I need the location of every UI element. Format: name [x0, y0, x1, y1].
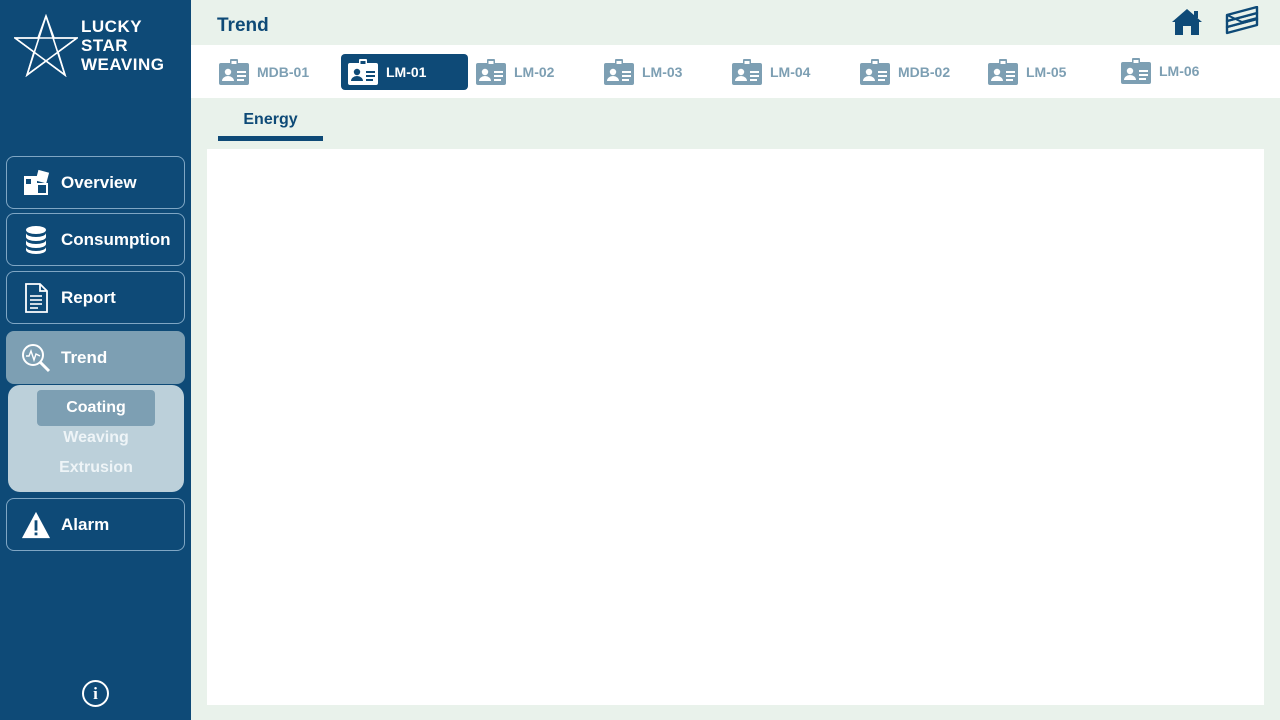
home-icon[interactable] [1170, 7, 1204, 37]
submenu-extrusion[interactable]: Extrusion [8, 459, 184, 477]
id-card-icon [604, 59, 634, 85]
nav-report-label: Report [61, 287, 116, 307]
star-logo-icon [14, 14, 78, 78]
tab-lm-02[interactable]: LM-02 [448, 54, 576, 90]
device-tab-bar: MDB-01 LM-01 LM-02 LM-03 LM-04 MDB-02 LM… [191, 45, 1280, 98]
brand-logo[interactable]: LUCKY STAR WEAVING [14, 14, 184, 80]
trend-submenu: Coating Weaving Extrusion [8, 385, 184, 492]
nav-alarm-button[interactable]: Alarm [6, 498, 185, 551]
id-card-icon [348, 59, 378, 85]
nav-overview-label: Overview [61, 172, 137, 192]
tab-label: LM-01 [386, 64, 427, 80]
document-icon [21, 282, 51, 313]
submenu-weaving[interactable]: Weaving [8, 429, 184, 447]
puzzle-icon [21, 168, 51, 198]
page-title: Trend [217, 15, 269, 36]
id-card-icon [732, 59, 762, 85]
tab-label: LM-06 [1159, 63, 1200, 79]
id-card-icon [1121, 58, 1151, 84]
nav-alarm-label: Alarm [61, 514, 110, 534]
brand-line-1: LUCKY [81, 17, 143, 36]
id-card-icon [860, 59, 890, 85]
tab-label: LM-05 [1026, 64, 1067, 80]
magnifier-trend-icon [21, 343, 51, 373]
tab-energy-underline [218, 136, 323, 141]
nav-trend-button[interactable]: Trend [6, 331, 185, 384]
tab-label: MDB-01 [257, 64, 310, 80]
tab-label: LM-04 [770, 64, 811, 80]
layers-icon[interactable] [1224, 5, 1260, 38]
tab-lm-06[interactable]: LM-06 [1093, 53, 1223, 89]
brand-name: LUCKY STAR WEAVING [81, 17, 164, 74]
nav-trend-label: Trend [61, 347, 108, 367]
id-card-icon [219, 59, 249, 85]
tab-lm-04[interactable]: LM-04 [704, 54, 832, 90]
nav-report-button[interactable]: Report [6, 271, 185, 324]
tab-mdb-02[interactable]: MDB-02 [832, 54, 960, 90]
warning-icon [21, 510, 51, 540]
nav-overview-button[interactable]: Overview [6, 156, 185, 209]
brand-line-3: WEAVING [81, 55, 165, 74]
nav-consumption-button[interactable]: Consumption [6, 213, 185, 266]
tab-label: MDB-02 [898, 64, 951, 80]
tab-lm-05[interactable]: LM-05 [960, 54, 1090, 90]
tab-label: LM-03 [642, 64, 683, 80]
info-icon[interactable]: i [82, 680, 109, 707]
database-icon [21, 225, 51, 255]
tab-energy[interactable]: Energy [218, 110, 323, 141]
tab-lm-03[interactable]: LM-03 [576, 54, 704, 90]
trend-content-panel [207, 149, 1264, 705]
tab-energy-label: Energy [243, 111, 298, 128]
tab-mdb-01[interactable]: MDB-01 [191, 54, 321, 90]
id-card-icon [476, 59, 506, 85]
brand-line-2: STAR [81, 36, 129, 55]
submenu-coating[interactable]: Coating [37, 390, 155, 426]
sidebar: LUCKY STAR WEAVING Overview Consumption [0, 0, 191, 720]
nav-consumption-label: Consumption [61, 229, 171, 249]
tab-label: LM-02 [514, 64, 555, 80]
id-card-icon [988, 59, 1018, 85]
